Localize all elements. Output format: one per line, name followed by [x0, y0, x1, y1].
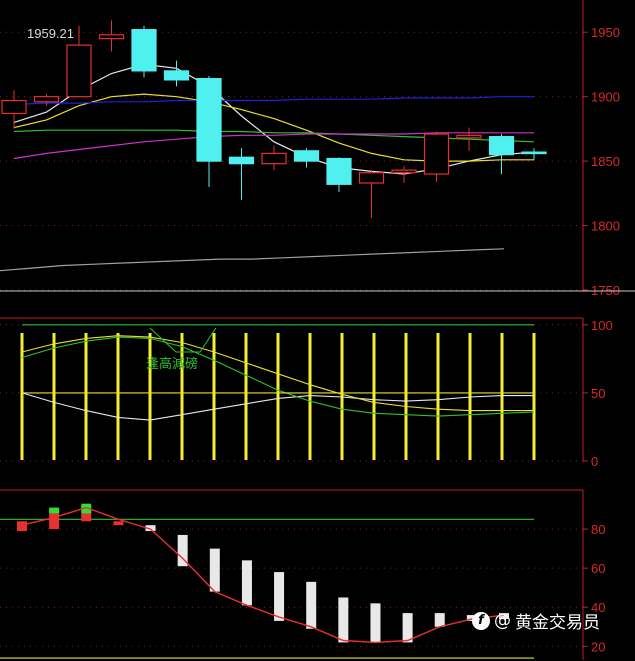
- candle-body: [1, 99, 27, 115]
- candle-body: [456, 134, 482, 139]
- y-tick-label: 1850: [591, 154, 620, 169]
- ma-line: [13, 129, 535, 143]
- candle-body: [66, 44, 92, 98]
- momentum-bar: [113, 521, 124, 526]
- chart-canvas: 195019001850180017501959.21 100500逢高減磅 8…: [0, 0, 635, 660]
- candle-body: [163, 70, 190, 81]
- y-tick-label: 50: [591, 386, 605, 401]
- y-tick-label: 1950: [591, 25, 620, 40]
- signal-annotation: 逢高減磅: [146, 356, 198, 372]
- momentum-bar: [434, 613, 445, 627]
- high-price-label: 1959.21: [27, 26, 74, 41]
- momentum-bar: [338, 597, 349, 643]
- momentum-bar-green: [49, 507, 60, 514]
- candle-body: [391, 169, 417, 174]
- candle-body: [228, 156, 255, 165]
- oscillator-panel: 100 50 0 逢高減磅: [0, 317, 613, 469]
- y-tick-label: 1900: [591, 90, 620, 105]
- momentum-panel: 80604020: [0, 489, 605, 660]
- y-tick-label: 20: [591, 639, 605, 654]
- candle-body: [261, 152, 287, 165]
- momentum-line: [21, 506, 505, 644]
- momentum-bar: [209, 548, 220, 592]
- y-tick-label: 80: [591, 522, 605, 537]
- watermark-at: @: [494, 610, 511, 631]
- candle-body: [521, 151, 547, 155]
- momentum-bar: [402, 613, 413, 643]
- candle-body: [488, 136, 515, 156]
- momentum-bar: [241, 560, 252, 606]
- candle-body: [326, 157, 352, 185]
- momentum-bar: [306, 581, 317, 629]
- momentum-bar: [370, 603, 381, 643]
- watermark: f @ 黄金交易员: [472, 608, 600, 633]
- candle-body: [196, 78, 222, 162]
- momentum-bar: [274, 572, 285, 621]
- ma-line: [0, 248, 505, 272]
- candle-body: [358, 172, 385, 184]
- brand-logo-icon: f: [472, 611, 490, 630]
- momentum-bar: [17, 521, 27, 532]
- candle-body: [423, 133, 450, 175]
- price-panel: 195019001850180017501959.21: [0, 0, 635, 298]
- candle-body: [131, 29, 157, 72]
- watermark-name: 黄金交易员: [515, 613, 600, 633]
- candle-body: [33, 96, 60, 103]
- y-tick-label: 60: [591, 561, 605, 576]
- y-tick-label: 1800: [591, 219, 620, 234]
- candle-body: [293, 150, 320, 162]
- y-tick-label: 100: [591, 318, 613, 333]
- ma-line: [13, 96, 534, 105]
- y-tick-label: 0: [591, 454, 598, 469]
- candle-body: [98, 34, 125, 40]
